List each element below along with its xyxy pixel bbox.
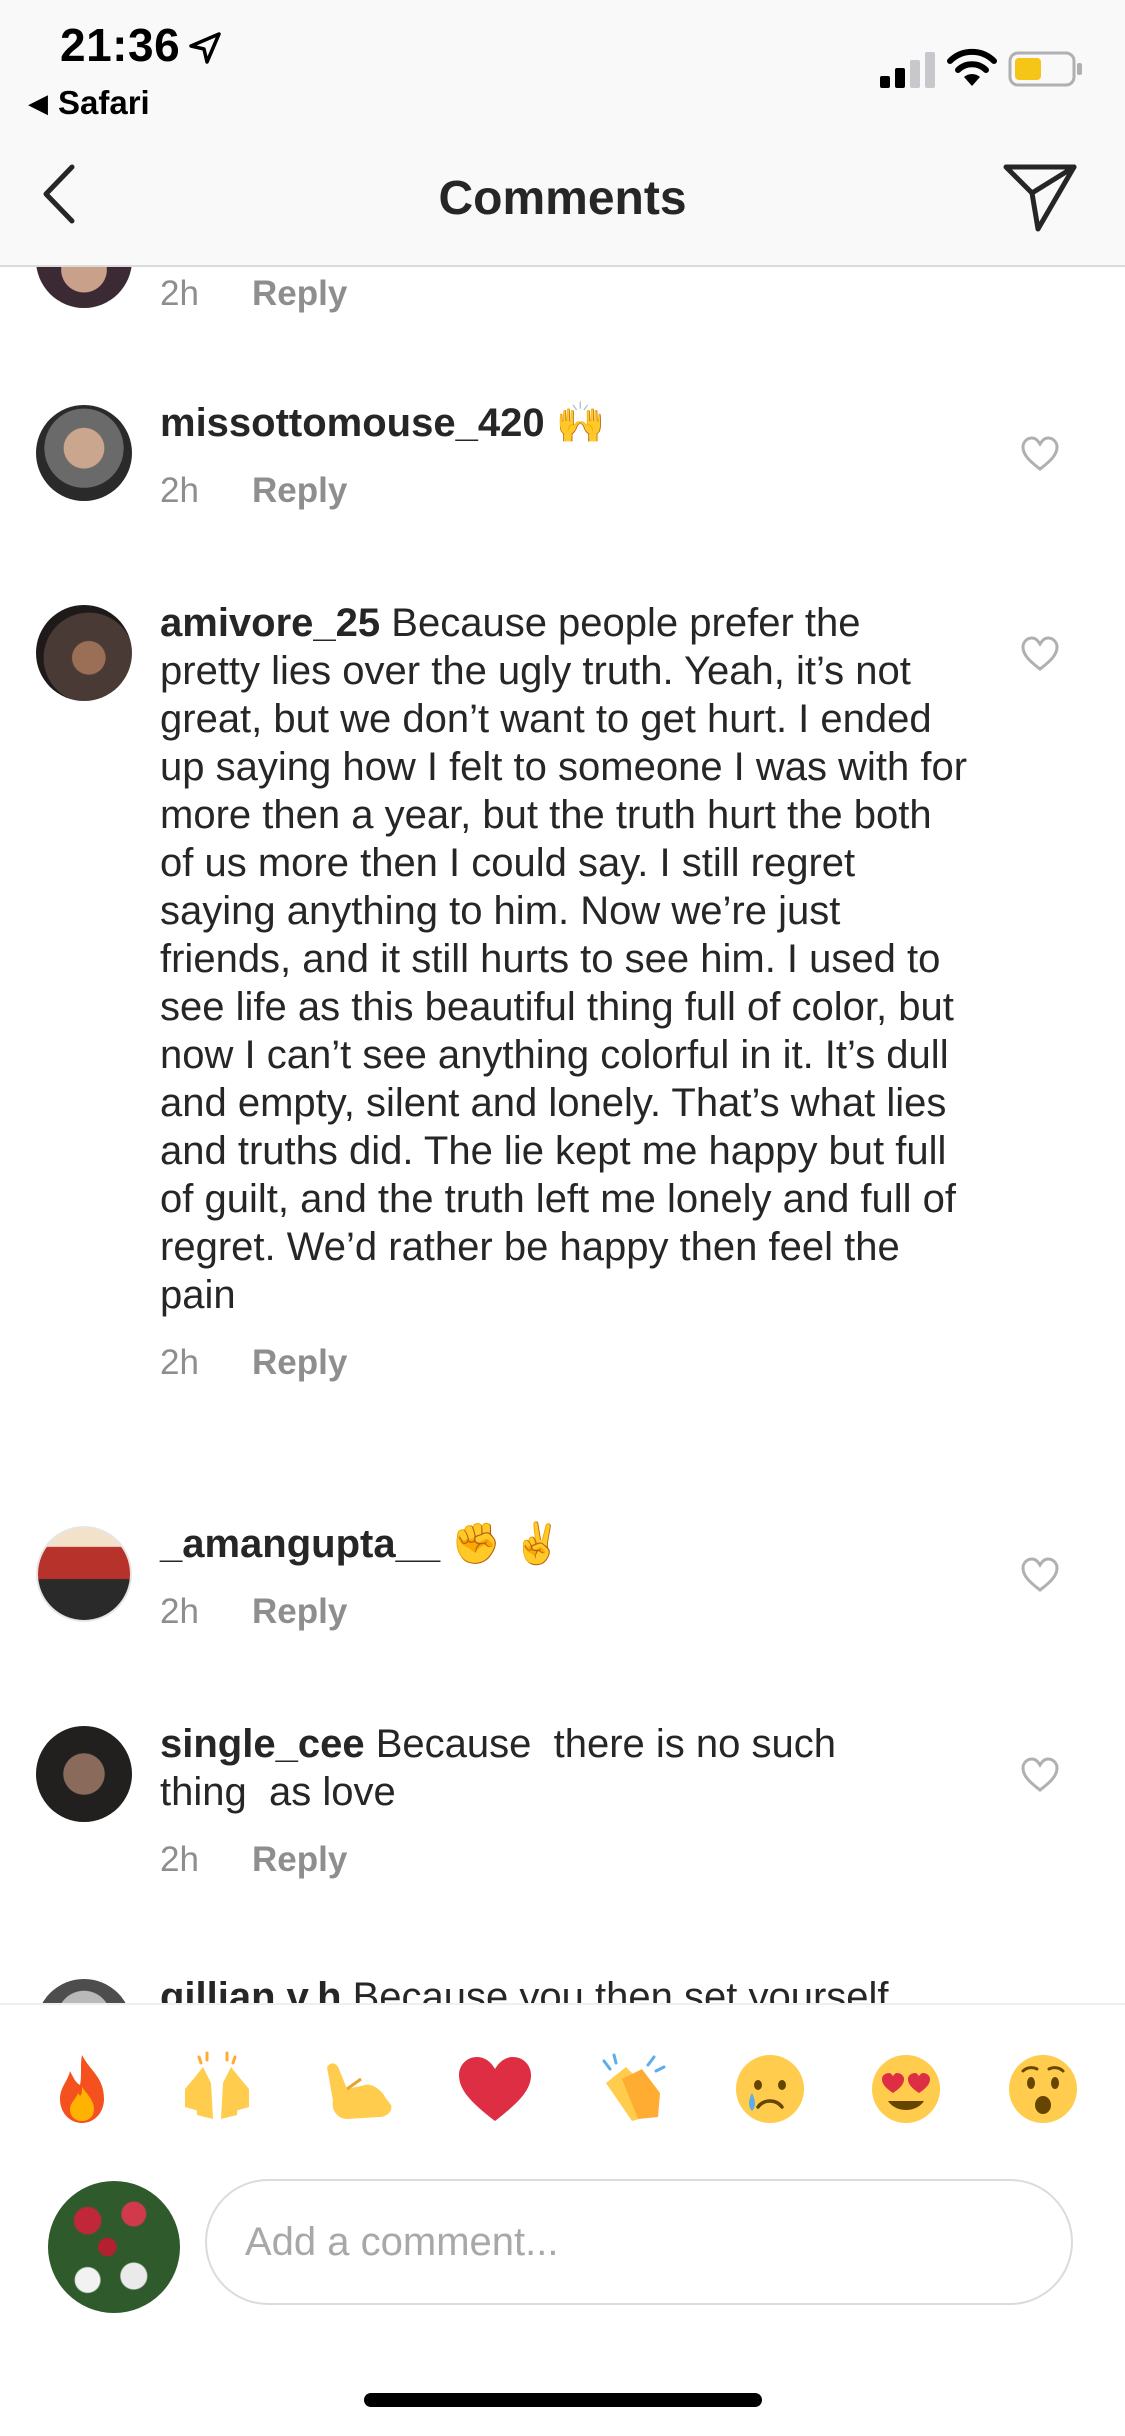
- cellular-signal-icon: [880, 52, 935, 88]
- emoji-reaction-bar: 🔥 🙌 🤙 ❤️ 👏 😢 😍 😮: [0, 2003, 1125, 2175]
- heart-icon[interactable]: [1020, 635, 1060, 673]
- comment-body: gillian.v.h Because you then set yoursel…: [160, 1973, 970, 2003]
- status-bar: 21:36 ◀ Safari: [0, 0, 1125, 135]
- comment-message: 🙌: [544, 401, 606, 445]
- reply-button[interactable]: Reply: [252, 1343, 347, 1382]
- comment-meta: 2h Reply: [160, 471, 970, 515]
- comment-meta: 2h Reply: [160, 1592, 970, 1636]
- comment-time: 2h: [160, 471, 199, 510]
- comment-username[interactable]: gillian.v.h: [160, 1975, 342, 2003]
- reply-button[interactable]: Reply: [252, 1840, 347, 1879]
- comment-body: amivore_25 Because people prefer the pre…: [160, 599, 970, 1387]
- comment-text: missottomouse_420 🙌: [160, 399, 970, 447]
- comment-text: amivore_25 Because people prefer the pre…: [160, 599, 970, 1319]
- navigation-bar: Comments: [0, 135, 1125, 267]
- back-to-safari-link[interactable]: ◀ Safari: [28, 84, 150, 122]
- avatar[interactable]: [36, 1979, 132, 2003]
- comment-text: single_cee Because there is no such thin…: [160, 1720, 920, 1816]
- heart-icon[interactable]: [1020, 1556, 1060, 1594]
- reply-button[interactable]: Reply: [252, 274, 347, 313]
- heart-icon[interactable]: [1020, 435, 1060, 473]
- comment-meta: 2h Reply: [160, 1343, 970, 1387]
- fire-emoji-icon[interactable]: 🔥: [42, 2049, 122, 2129]
- heart-icon[interactable]: [1020, 1756, 1060, 1794]
- comment-body: single_cee Because there is no such thin…: [160, 1720, 920, 1884]
- current-user-avatar: [48, 2181, 180, 2313]
- comment-username[interactable]: single_cee: [160, 1722, 365, 1766]
- comment-message: Because people prefer the pretty lies ov…: [160, 601, 968, 1317]
- avatar[interactable]: [36, 405, 132, 501]
- comment-time: 2h: [160, 1592, 199, 1631]
- call-me-hand-emoji-icon[interactable]: 🤙: [317, 2049, 397, 2129]
- comment-text: _amangupta__ ✊ ✌️: [160, 1520, 970, 1568]
- red-heart-emoji-icon[interactable]: ❤️: [455, 2049, 535, 2129]
- comment-username[interactable]: _amangupta__: [160, 1522, 440, 1566]
- comment-meta: 2h Reply: [160, 274, 970, 318]
- status-time: 21:36: [60, 19, 181, 71]
- comment-text: gillian.v.h Because you then set yoursel…: [160, 1973, 970, 2003]
- location-arrow-icon: [189, 32, 221, 64]
- avatar[interactable]: [36, 267, 132, 308]
- comment-username[interactable]: missottomouse_420: [160, 401, 545, 445]
- battery-icon: [1008, 51, 1082, 87]
- back-app-label: Safari: [58, 84, 150, 121]
- comment-username[interactable]: amivore_25: [160, 601, 380, 645]
- reply-button[interactable]: Reply: [252, 471, 347, 510]
- send-direct-icon[interactable]: [1002, 159, 1078, 235]
- comment-message: Because you then set yourself: [341, 1975, 889, 2003]
- reply-button[interactable]: Reply: [252, 1592, 347, 1631]
- comment-meta: 2h Reply: [160, 1840, 920, 1884]
- heart-eyes-emoji-icon[interactable]: 😍: [866, 2049, 946, 2129]
- add-comment-input[interactable]: [205, 2179, 1073, 2305]
- raising-hands-emoji-icon[interactable]: 🙌: [177, 2049, 257, 2129]
- wifi-icon: [947, 48, 997, 86]
- avatar[interactable]: [36, 1726, 132, 1822]
- page-title: Comments: [438, 172, 687, 225]
- clapping-hands-emoji-icon[interactable]: 👏: [592, 2049, 672, 2129]
- comment-list[interactable]: 2h Reply missottomouse_420 🙌 2h Reply amiv…: [0, 267, 1125, 2003]
- comment-time: 2h: [160, 1343, 199, 1382]
- comment-time: 2h: [160, 1840, 199, 1879]
- surprised-face-emoji-icon[interactable]: 😮: [1003, 2049, 1083, 2129]
- home-indicator: [364, 2393, 762, 2407]
- comment-composer: [0, 2173, 1125, 2436]
- comment-body: _amangupta__ ✊ ✌️ 2h Reply: [160, 1520, 970, 1636]
- comment-body: missottomouse_420 🙌 2h Reply: [160, 399, 970, 515]
- avatar[interactable]: [36, 605, 132, 701]
- comment-body: 2h Reply: [160, 267, 970, 318]
- comment-message: ✊ ✌️: [440, 1522, 562, 1566]
- comment-time: 2h: [160, 274, 199, 313]
- avatar[interactable]: [36, 1526, 132, 1622]
- crying-face-emoji-icon[interactable]: 😢: [730, 2049, 810, 2129]
- back-triangle-icon: ◀: [28, 88, 48, 118]
